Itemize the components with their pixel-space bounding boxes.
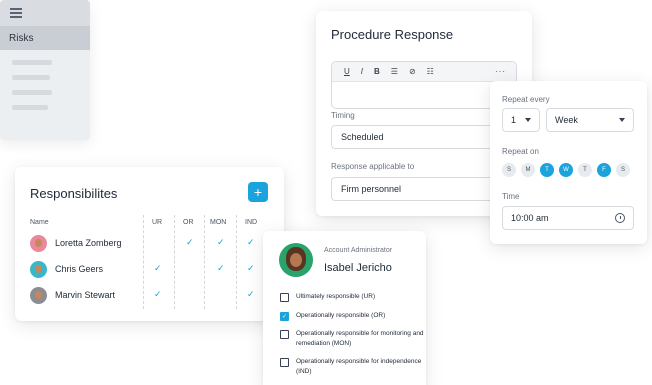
column-header-mon: MON	[210, 219, 227, 226]
placeholder-line	[12, 90, 52, 95]
weekday-toggle[interactable]: T	[578, 163, 592, 177]
column-divider	[236, 215, 237, 309]
responsibility-option[interactable]: Operationally responsible for monitoring…	[280, 329, 426, 349]
avatar	[30, 260, 47, 278]
avatar	[30, 286, 47, 304]
bold-icon[interactable]: B	[374, 67, 380, 76]
check-icon[interactable]: ✓	[217, 237, 225, 248]
procedure-title: Procedure Response	[331, 27, 454, 42]
check-icon[interactable]: ✓	[217, 263, 225, 274]
clock-icon[interactable]	[615, 213, 625, 223]
repeat-every-label: Repeat every	[502, 95, 550, 104]
weekday-toggle[interactable]: T	[540, 163, 554, 177]
person-name: Chris Geers	[55, 264, 104, 274]
repeat-settings-card: Repeat every 1 Week Repeat on SMTWTFS Ti…	[490, 81, 647, 244]
column-divider	[143, 215, 144, 309]
underline-icon[interactable]: U	[344, 67, 350, 76]
repeat-interval-select[interactable]: 1	[502, 108, 540, 132]
responsibility-option[interactable]: Ultimately responsible (UR)	[280, 292, 426, 302]
table-row[interactable]: Loretta Zomberg	[30, 233, 122, 253]
repeat-unit-select[interactable]: Week	[546, 108, 634, 132]
person-name: Marvin Stewart	[55, 290, 116, 300]
weekday-toggle[interactable]: M	[521, 163, 535, 177]
bullet-list-icon[interactable]: ☰	[391, 67, 398, 76]
avatar	[30, 234, 47, 252]
column-header-ind: IND	[245, 219, 258, 226]
column-header-ur: UR	[152, 219, 163, 226]
option-label: Operationally responsible for independen…	[296, 358, 422, 375]
weekday-toggle[interactable]: W	[559, 163, 573, 177]
checkbox[interactable]	[280, 330, 289, 339]
table-row[interactable]: Marvin Stewart	[30, 285, 115, 305]
table-row[interactable]: Chris Geers	[30, 259, 103, 279]
admin-role: Account Administrator	[324, 247, 393, 254]
option-label: Operationally responsible for monitoring…	[296, 330, 424, 347]
check-icon: ✓	[281, 314, 288, 320]
person-name: Loretta Zomberg	[55, 238, 122, 248]
weekday-toggle[interactable]: F	[597, 163, 611, 177]
applicable-label: Response applicable to	[331, 162, 415, 171]
repeat-on-label: Repeat on	[502, 147, 539, 156]
responsibilities-title: Responsibilites	[30, 186, 118, 201]
placeholder-line	[12, 60, 52, 65]
weekday-toggle[interactable]: S	[502, 163, 516, 177]
avatar	[279, 243, 313, 277]
link-icon[interactable]: ⊘	[409, 67, 416, 76]
time-value: 10:00 am	[511, 213, 549, 223]
repeat-interval-value: 1	[511, 115, 517, 125]
more-icon[interactable]: ···	[495, 67, 506, 76]
column-divider	[174, 215, 175, 309]
option-label: Operationally responsible (OR)	[296, 312, 386, 319]
chevron-down-icon	[525, 118, 531, 122]
hamburger-icon[interactable]	[10, 6, 22, 20]
check-icon[interactable]: ✓	[247, 263, 255, 274]
responsibility-option[interactable]: Operationally responsible for independen…	[280, 357, 426, 377]
checkbox[interactable]	[280, 358, 289, 367]
time-input[interactable]: 10:00 am	[502, 206, 634, 230]
checkbox[interactable]	[280, 293, 289, 302]
add-responsibility-button[interactable]: +	[248, 182, 268, 202]
responsibility-option[interactable]: ✓ Operationally responsible (OR)	[280, 311, 426, 321]
timing-label: Timing	[331, 111, 355, 120]
menu-bar	[0, 0, 90, 26]
indent-icon[interactable]: ☷	[427, 67, 434, 76]
check-icon[interactable]: ✓	[154, 289, 162, 300]
column-divider	[204, 215, 205, 309]
placeholder-line	[12, 105, 48, 110]
admin-name: Isabel Jericho	[324, 262, 392, 274]
check-icon[interactable]: ✓	[186, 237, 194, 248]
weekday-picker: SMTWTFS	[502, 163, 630, 177]
responsibilities-card: Responsibilites + Name UR OR MON IND Lor…	[15, 167, 284, 321]
chevron-down-icon	[619, 118, 625, 122]
column-header-or: OR	[183, 219, 194, 226]
editor-toolbar: U I B ☰ ⊘ ☷ ···	[332, 62, 516, 82]
option-label: Ultimately responsible (UR)	[296, 293, 376, 300]
checkbox[interactable]: ✓	[280, 312, 289, 321]
risks-panel: Risks	[0, 0, 90, 140]
placeholder-line	[12, 75, 50, 80]
column-header-name: Name	[30, 219, 49, 226]
check-icon[interactable]: ✓	[247, 237, 255, 248]
time-label: Time	[502, 192, 520, 201]
repeat-unit-value: Week	[555, 115, 578, 125]
weekday-toggle[interactable]: S	[616, 163, 630, 177]
check-icon[interactable]: ✓	[247, 289, 255, 300]
italic-icon[interactable]: I	[361, 67, 363, 76]
account-admin-card: Account Administrator Isabel Jericho Ult…	[263, 231, 426, 385]
check-icon[interactable]: ✓	[154, 263, 162, 274]
risks-nav-item[interactable]: Risks	[0, 26, 90, 50]
